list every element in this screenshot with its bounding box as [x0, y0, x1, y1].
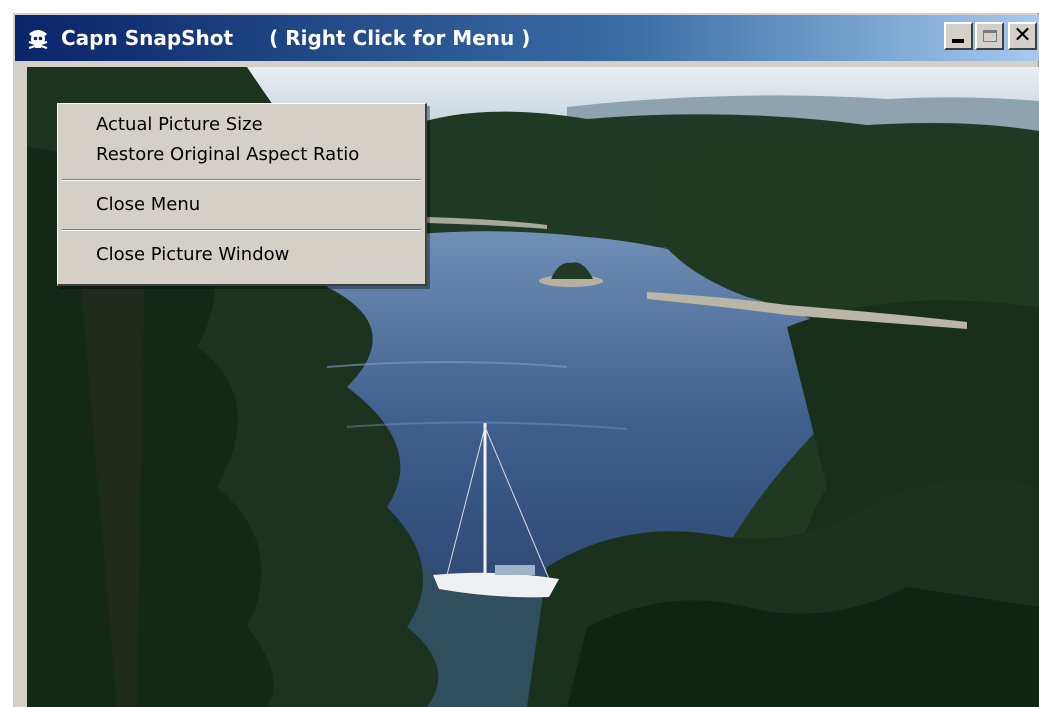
minimize-icon [952, 39, 964, 43]
caption-buttons: ✕ [944, 22, 1037, 50]
menu-separator [62, 229, 421, 231]
app-window: Capn SnapShot ( Right Click for Menu ) ✕ [12, 12, 1039, 707]
minimize-button[interactable] [944, 22, 973, 50]
menu-item-actual-picture-size[interactable]: Actual Picture Size [58, 110, 425, 140]
menu-item-close-picture-window[interactable]: Close Picture Window [58, 240, 425, 270]
pirate-skull-icon [28, 30, 48, 49]
window-title-hint: ( Right Click for Menu ) [269, 26, 531, 50]
menu-item-restore-aspect-ratio[interactable]: Restore Original Aspect Ratio [58, 140, 425, 170]
close-icon: ✕ [1013, 23, 1032, 48]
title-bar[interactable]: Capn SnapShot ( Right Click for Menu ) ✕ [15, 15, 1039, 61]
maximize-icon [982, 30, 997, 42]
window-title: Capn SnapShot [61, 26, 234, 50]
maximize-button[interactable] [975, 22, 1004, 50]
menu-item-close-menu[interactable]: Close Menu [58, 190, 425, 220]
context-menu: Actual Picture Size Restore Original Asp… [57, 103, 427, 286]
close-button[interactable]: ✕ [1008, 22, 1037, 50]
menu-separator [62, 179, 421, 181]
